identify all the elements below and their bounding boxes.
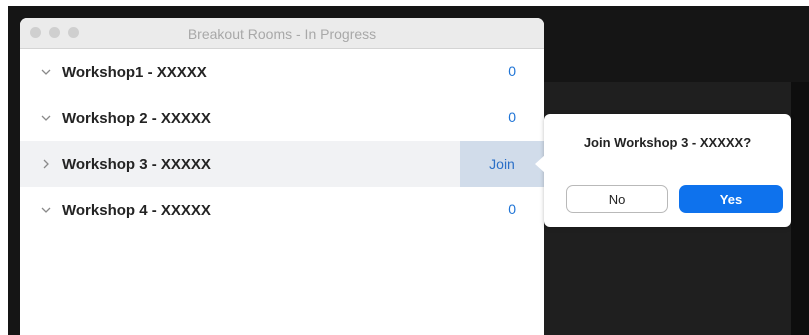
confirmation-message: Join Workshop 3 - XXXXX? [583,135,752,150]
room-row-workshop-4[interactable]: Workshop 4 - XXXXX 0 [20,187,544,233]
no-button[interactable]: No [566,185,668,213]
background-video-edge [791,82,809,335]
popover-arrow [535,155,545,173]
room-row-workshop-1[interactable]: Workshop1 - XXXXX 0 [20,49,544,95]
yes-button[interactable]: Yes [679,185,783,213]
chevron-right-icon[interactable] [40,158,52,170]
room-name: Workshop 2 - XXXXX [62,109,211,127]
room-name: Workshop 3 - XXXXX [62,155,211,173]
chevron-down-icon[interactable] [40,66,52,78]
room-row-workshop-3[interactable]: Workshop 3 - XXXXX Join [20,141,544,187]
room-name: Workshop1 - XXXXX [62,63,207,81]
join-confirmation-popover: Join Workshop 3 - XXXXX? No Yes [535,114,791,227]
window-titlebar: Breakout Rooms - In Progress [20,18,544,49]
join-button[interactable]: Join [460,141,544,187]
window-title: Breakout Rooms - In Progress [187,26,377,42]
chevron-down-icon[interactable] [40,204,52,216]
breakout-rooms-window: Breakout Rooms - In Progress Workshop1 -… [20,18,544,335]
room-name: Workshop 4 - XXXXX [62,201,211,219]
participant-count: 0 [508,201,516,217]
chevron-down-icon[interactable] [40,112,52,124]
background-meeting-edge [8,6,20,335]
participant-count: 0 [508,109,516,125]
participant-count: 0 [508,63,516,79]
room-row-workshop-2[interactable]: Workshop 2 - XXXXX 0 [20,95,544,141]
